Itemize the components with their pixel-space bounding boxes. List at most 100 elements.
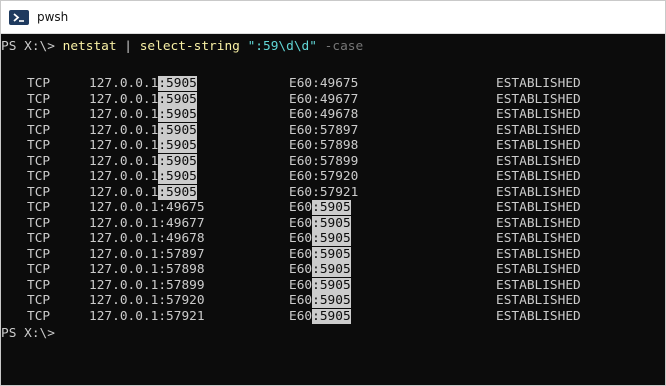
- case-flag: -case: [324, 39, 364, 54]
- protocol-cell: TCP: [27, 91, 51, 107]
- command-select-string: select-string: [139, 39, 240, 54]
- local-address-cell: 127.0.0.1:5905: [89, 153, 197, 169]
- protocol-cell: TCP: [27, 169, 51, 184]
- state-cell: ESTABLISHED: [496, 246, 581, 262]
- netstat-row: TCP 127.0.0.1:49677 E60:5905 ESTABLISHED: [1, 215, 665, 231]
- local-address-cell: 127.0.0.1:49675: [89, 200, 205, 215]
- local-address-cell: 127.0.0.1:57899: [89, 277, 205, 293]
- match-highlight: :5905: [158, 76, 197, 91]
- netstat-row: TCP 127.0.0.1:5905 E60:49677 ESTABLISHED: [1, 91, 665, 107]
- pipe-operator: |: [116, 39, 140, 54]
- protocol-cell: TCP: [27, 122, 51, 138]
- foreign-address-cell: E60:49678: [289, 107, 359, 122]
- foreign-address-cell: E60:5905: [289, 308, 351, 324]
- local-address-cell: 127.0.0.1:5905: [89, 122, 197, 138]
- match-highlight: :5905: [158, 153, 197, 169]
- protocol-cell: TCP: [27, 246, 51, 262]
- match-highlight: :5905: [312, 293, 351, 308]
- protocol-cell: TCP: [27, 231, 51, 246]
- command-netstat: netstat: [62, 39, 117, 54]
- state-cell: ESTABLISHED: [496, 308, 581, 324]
- foreign-address-cell: E60:5905: [289, 293, 351, 308]
- state-cell: ESTABLISHED: [496, 231, 581, 246]
- title-bar[interactable]: pwsh: [1, 1, 665, 34]
- match-highlight: :5905: [312, 262, 351, 277]
- local-address-cell: 127.0.0.1:5905: [89, 107, 197, 122]
- state-cell: ESTABLISHED: [496, 184, 581, 200]
- foreign-address-cell: E60:57899: [289, 153, 359, 169]
- prompt: PS X:\>: [1, 39, 63, 54]
- powershell-icon: [9, 9, 29, 25]
- netstat-row: TCP 127.0.0.1:5905 E60:57921 ESTABLISHED: [1, 184, 665, 200]
- protocol-cell: TCP: [27, 277, 51, 293]
- netstat-row: TCP 127.0.0.1:5905 E60:57899 ESTABLISHED: [1, 153, 665, 169]
- state-cell: ESTABLISHED: [496, 91, 581, 107]
- state-cell: ESTABLISHED: [496, 215, 581, 231]
- terminal-output[interactable]: PS X:\> netstat | select-string ":59\d\d…: [1, 35, 665, 385]
- match-highlight: :5905: [312, 231, 351, 246]
- local-address-cell: 127.0.0.1:5905: [89, 91, 197, 107]
- foreign-address-cell: E60:5905: [289, 215, 351, 231]
- protocol-cell: TCP: [27, 184, 51, 200]
- pattern-argument: ":59\d\d": [247, 39, 317, 54]
- match-highlight: :5905: [158, 138, 197, 153]
- protocol-cell: TCP: [27, 293, 51, 308]
- netstat-row: TCP 127.0.0.1:5905 E60:49678 ESTABLISHED: [1, 107, 665, 122]
- match-highlight: :5905: [158, 184, 197, 200]
- local-address-cell: 127.0.0.1:5905: [89, 76, 197, 91]
- match-highlight: :5905: [312, 246, 351, 262]
- state-cell: ESTABLISHED: [496, 76, 581, 91]
- state-cell: ESTABLISHED: [496, 293, 581, 308]
- state-cell: ESTABLISHED: [496, 138, 581, 153]
- local-address-cell: 127.0.0.1:49678: [89, 231, 205, 246]
- netstat-row: TCP 127.0.0.1:57897 E60:5905 ESTABLISHED: [1, 246, 665, 262]
- state-cell: ESTABLISHED: [496, 153, 581, 169]
- netstat-row: TCP 127.0.0.1:57921 E60:5905 ESTABLISHED: [1, 308, 665, 324]
- foreign-address-cell: E60:57898: [289, 138, 359, 153]
- netstat-row: TCP 127.0.0.1:57899 E60:5905 ESTABLISHED: [1, 277, 665, 293]
- local-address-cell: 127.0.0.1:5905: [89, 184, 197, 200]
- final-prompt: PS X:\>: [1, 326, 55, 341]
- state-cell: ESTABLISHED: [496, 277, 581, 293]
- protocol-cell: TCP: [27, 308, 51, 324]
- foreign-address-cell: E60:5905: [289, 200, 351, 215]
- match-highlight: :5905: [312, 308, 351, 324]
- state-cell: ESTABLISHED: [496, 107, 581, 122]
- netstat-row: TCP 127.0.0.1:49675 E60:5905 ESTABLISHED: [1, 200, 665, 215]
- foreign-address-cell: E60:57920: [289, 169, 359, 184]
- netstat-row: TCP 127.0.0.1:5905 E60:49675 ESTABLISHED: [1, 76, 665, 91]
- match-highlight: :5905: [158, 122, 197, 138]
- foreign-address-cell: E60:5905: [289, 262, 351, 277]
- foreign-address-cell: E60:5905: [289, 246, 351, 262]
- match-highlight: :5905: [158, 169, 197, 184]
- match-highlight: :5905: [158, 107, 197, 122]
- foreign-address-cell: E60:5905: [289, 277, 351, 293]
- state-cell: ESTABLISHED: [496, 122, 581, 138]
- protocol-cell: TCP: [27, 138, 51, 153]
- terminal-window: pwsh PS X:\> netstat | select-string ":5…: [0, 0, 666, 386]
- protocol-cell: TCP: [27, 76, 51, 91]
- match-highlight: :5905: [312, 215, 351, 231]
- local-address-cell: 127.0.0.1:49677: [89, 215, 205, 231]
- foreign-address-cell: E60:57921: [289, 184, 359, 200]
- command-line: PS X:\> netstat | select-string ":59\d\d…: [1, 39, 363, 54]
- foreign-address-cell: E60:49675: [289, 76, 359, 91]
- state-cell: ESTABLISHED: [496, 169, 581, 184]
- foreign-address-cell: E60:57897: [289, 122, 359, 138]
- foreign-address-cell: E60:5905: [289, 231, 351, 246]
- protocol-cell: TCP: [27, 215, 51, 231]
- state-cell: ESTABLISHED: [496, 200, 581, 215]
- local-address-cell: 127.0.0.1:57897: [89, 246, 205, 262]
- match-highlight: :5905: [312, 277, 351, 293]
- local-address-cell: 127.0.0.1:57920: [89, 293, 205, 308]
- protocol-cell: TCP: [27, 107, 51, 122]
- foreign-address-cell: E60:49677: [289, 91, 359, 107]
- netstat-row: TCP 127.0.0.1:5905 E60:57920 ESTABLISHED: [1, 169, 665, 184]
- match-highlight: :5905: [158, 91, 197, 107]
- netstat-row: TCP 127.0.0.1:5905 E60:57898 ESTABLISHED: [1, 138, 665, 153]
- state-cell: ESTABLISHED: [496, 262, 581, 277]
- local-address-cell: 127.0.0.1:57898: [89, 262, 205, 277]
- protocol-cell: TCP: [27, 200, 51, 215]
- protocol-cell: TCP: [27, 153, 51, 169]
- local-address-cell: 127.0.0.1:57921: [89, 308, 205, 324]
